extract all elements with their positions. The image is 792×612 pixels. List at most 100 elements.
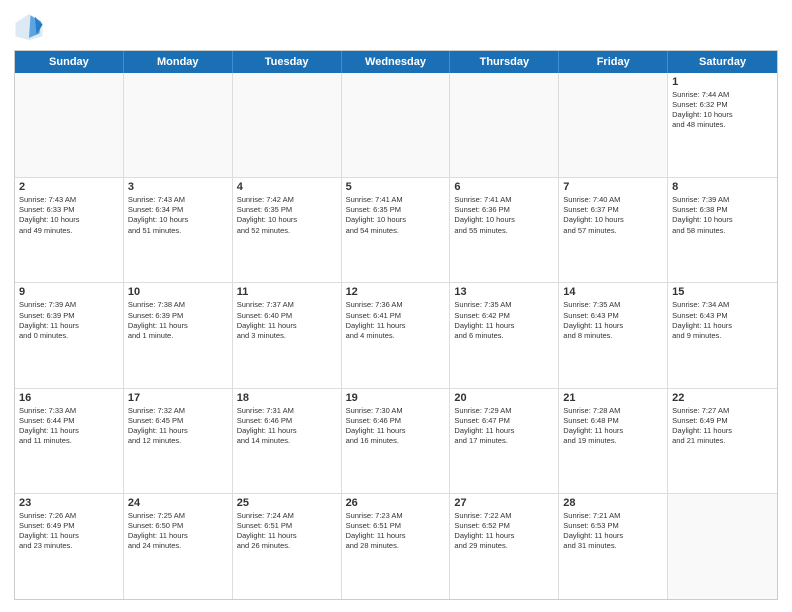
calendar-cell	[668, 494, 777, 599]
cell-date: 17	[128, 392, 228, 404]
cell-info: Sunrise: 7:43 AM Sunset: 6:34 PM Dayligh…	[128, 195, 228, 236]
cell-info: Sunrise: 7:38 AM Sunset: 6:39 PM Dayligh…	[128, 300, 228, 341]
cell-date: 3	[128, 181, 228, 193]
cell-info: Sunrise: 7:41 AM Sunset: 6:35 PM Dayligh…	[346, 195, 446, 236]
day-name-sunday: Sunday	[15, 51, 124, 73]
calendar-cell: 25 Sunrise: 7:24 AM Sunset: 6:51 PM Dayli…	[233, 494, 342, 599]
day-name-wednesday: Wednesday	[342, 51, 451, 73]
calendar-cell	[124, 73, 233, 177]
cell-info: Sunrise: 7:27 AM Sunset: 6:49 PM Dayligh…	[672, 406, 773, 447]
cell-info: Sunrise: 7:28 AM Sunset: 6:48 PM Dayligh…	[563, 406, 663, 447]
calendar-cell: 21 Sunrise: 7:28 AM Sunset: 6:48 PM Dayli…	[559, 389, 668, 493]
calendar-cell: 17 Sunrise: 7:32 AM Sunset: 6:45 PM Dayli…	[124, 389, 233, 493]
calendar-cell	[15, 73, 124, 177]
cell-date: 21	[563, 392, 663, 404]
cell-date: 6	[454, 181, 554, 193]
cell-date: 15	[672, 286, 773, 298]
day-name-tuesday: Tuesday	[233, 51, 342, 73]
cell-info: Sunrise: 7:32 AM Sunset: 6:45 PM Dayligh…	[128, 406, 228, 447]
page: SundayMondayTuesdayWednesdayThursdayFrid…	[0, 0, 792, 612]
calendar-cell: 23 Sunrise: 7:26 AM Sunset: 6:49 PM Dayli…	[15, 494, 124, 599]
cell-date: 27	[454, 497, 554, 509]
calendar-cell: 16 Sunrise: 7:33 AM Sunset: 6:44 PM Dayli…	[15, 389, 124, 493]
cell-info: Sunrise: 7:35 AM Sunset: 6:43 PM Dayligh…	[563, 300, 663, 341]
cell-info: Sunrise: 7:23 AM Sunset: 6:51 PM Dayligh…	[346, 511, 446, 552]
cell-info: Sunrise: 7:41 AM Sunset: 6:36 PM Dayligh…	[454, 195, 554, 236]
calendar-cell: 19 Sunrise: 7:30 AM Sunset: 6:46 PM Dayli…	[342, 389, 451, 493]
calendar-cell: 8 Sunrise: 7:39 AM Sunset: 6:38 PM Daylig…	[668, 178, 777, 282]
calendar-cell	[233, 73, 342, 177]
day-name-saturday: Saturday	[668, 51, 777, 73]
calendar-cell: 5 Sunrise: 7:41 AM Sunset: 6:35 PM Daylig…	[342, 178, 451, 282]
calendar-cell: 4 Sunrise: 7:42 AM Sunset: 6:35 PM Daylig…	[233, 178, 342, 282]
cell-info: Sunrise: 7:44 AM Sunset: 6:32 PM Dayligh…	[672, 90, 773, 131]
cell-date: 7	[563, 181, 663, 193]
cell-date: 2	[19, 181, 119, 193]
cell-date: 12	[346, 286, 446, 298]
cell-info: Sunrise: 7:39 AM Sunset: 6:39 PM Dayligh…	[19, 300, 119, 341]
cell-date: 24	[128, 497, 228, 509]
calendar-week-1: 1 Sunrise: 7:44 AM Sunset: 6:32 PM Daylig…	[15, 73, 777, 178]
cell-date: 10	[128, 286, 228, 298]
calendar-cell: 27 Sunrise: 7:22 AM Sunset: 6:52 PM Dayli…	[450, 494, 559, 599]
calendar-cell	[342, 73, 451, 177]
cell-info: Sunrise: 7:35 AM Sunset: 6:42 PM Dayligh…	[454, 300, 554, 341]
calendar-cell: 3 Sunrise: 7:43 AM Sunset: 6:34 PM Daylig…	[124, 178, 233, 282]
calendar-week-3: 9Sunrise: 7:39 AM Sunset: 6:39 PM Daylig…	[15, 283, 777, 388]
cell-info: Sunrise: 7:31 AM Sunset: 6:46 PM Dayligh…	[237, 406, 337, 447]
calendar-cell: 28 Sunrise: 7:21 AM Sunset: 6:53 PM Dayli…	[559, 494, 668, 599]
cell-date: 18	[237, 392, 337, 404]
logo-icon	[14, 12, 44, 42]
cell-info: Sunrise: 7:30 AM Sunset: 6:46 PM Dayligh…	[346, 406, 446, 447]
cell-info: Sunrise: 7:43 AM Sunset: 6:33 PM Dayligh…	[19, 195, 119, 236]
calendar-cell: 2 Sunrise: 7:43 AM Sunset: 6:33 PM Daylig…	[15, 178, 124, 282]
cell-info: Sunrise: 7:26 AM Sunset: 6:49 PM Dayligh…	[19, 511, 119, 552]
cell-date: 19	[346, 392, 446, 404]
calendar-week-2: 2 Sunrise: 7:43 AM Sunset: 6:33 PM Daylig…	[15, 178, 777, 283]
cell-date: 14	[563, 286, 663, 298]
cell-date: 26	[346, 497, 446, 509]
day-name-friday: Friday	[559, 51, 668, 73]
calendar-cell: 9Sunrise: 7:39 AM Sunset: 6:39 PM Daylig…	[15, 283, 124, 387]
logo	[14, 12, 48, 42]
calendar-cell: 11Sunrise: 7:37 AM Sunset: 6:40 PM Dayli…	[233, 283, 342, 387]
cell-date: 4	[237, 181, 337, 193]
calendar-cell: 18 Sunrise: 7:31 AM Sunset: 6:46 PM Dayli…	[233, 389, 342, 493]
cell-info: Sunrise: 7:39 AM Sunset: 6:38 PM Dayligh…	[672, 195, 773, 236]
cell-date: 22	[672, 392, 773, 404]
calendar-header: SundayMondayTuesdayWednesdayThursdayFrid…	[15, 51, 777, 73]
calendar-cell: 15Sunrise: 7:34 AM Sunset: 6:43 PM Dayli…	[668, 283, 777, 387]
cell-date: 25	[237, 497, 337, 509]
calendar-week-5: 23 Sunrise: 7:26 AM Sunset: 6:49 PM Dayli…	[15, 494, 777, 599]
cell-info: Sunrise: 7:42 AM Sunset: 6:35 PM Dayligh…	[237, 195, 337, 236]
cell-date: 8	[672, 181, 773, 193]
calendar-body: 1 Sunrise: 7:44 AM Sunset: 6:32 PM Daylig…	[15, 73, 777, 599]
calendar-cell: 20Sunrise: 7:29 AM Sunset: 6:47 PM Dayli…	[450, 389, 559, 493]
calendar-cell: 1 Sunrise: 7:44 AM Sunset: 6:32 PM Daylig…	[668, 73, 777, 177]
cell-date: 23	[19, 497, 119, 509]
calendar-cell: 26 Sunrise: 7:23 AM Sunset: 6:51 PM Dayli…	[342, 494, 451, 599]
day-name-thursday: Thursday	[450, 51, 559, 73]
calendar-cell	[559, 73, 668, 177]
cell-date: 28	[563, 497, 663, 509]
calendar-cell: 7Sunrise: 7:40 AM Sunset: 6:37 PM Daylig…	[559, 178, 668, 282]
cell-info: Sunrise: 7:24 AM Sunset: 6:51 PM Dayligh…	[237, 511, 337, 552]
day-name-monday: Monday	[124, 51, 233, 73]
cell-info: Sunrise: 7:36 AM Sunset: 6:41 PM Dayligh…	[346, 300, 446, 341]
cell-info: Sunrise: 7:25 AM Sunset: 6:50 PM Dayligh…	[128, 511, 228, 552]
cell-date: 13	[454, 286, 554, 298]
cell-date: 20	[454, 392, 554, 404]
cell-date: 5	[346, 181, 446, 193]
cell-info: Sunrise: 7:33 AM Sunset: 6:44 PM Dayligh…	[19, 406, 119, 447]
cell-info: Sunrise: 7:37 AM Sunset: 6:40 PM Dayligh…	[237, 300, 337, 341]
calendar-cell: 6 Sunrise: 7:41 AM Sunset: 6:36 PM Daylig…	[450, 178, 559, 282]
cell-info: Sunrise: 7:21 AM Sunset: 6:53 PM Dayligh…	[563, 511, 663, 552]
calendar-cell: 14 Sunrise: 7:35 AM Sunset: 6:43 PM Dayli…	[559, 283, 668, 387]
calendar: SundayMondayTuesdayWednesdayThursdayFrid…	[14, 50, 778, 600]
cell-date: 1	[672, 76, 773, 88]
calendar-cell: 13 Sunrise: 7:35 AM Sunset: 6:42 PM Dayli…	[450, 283, 559, 387]
cell-date: 16	[19, 392, 119, 404]
calendar-cell: 10 Sunrise: 7:38 AM Sunset: 6:39 PM Dayli…	[124, 283, 233, 387]
calendar-cell: 12 Sunrise: 7:36 AM Sunset: 6:41 PM Dayli…	[342, 283, 451, 387]
cell-info: Sunrise: 7:22 AM Sunset: 6:52 PM Dayligh…	[454, 511, 554, 552]
